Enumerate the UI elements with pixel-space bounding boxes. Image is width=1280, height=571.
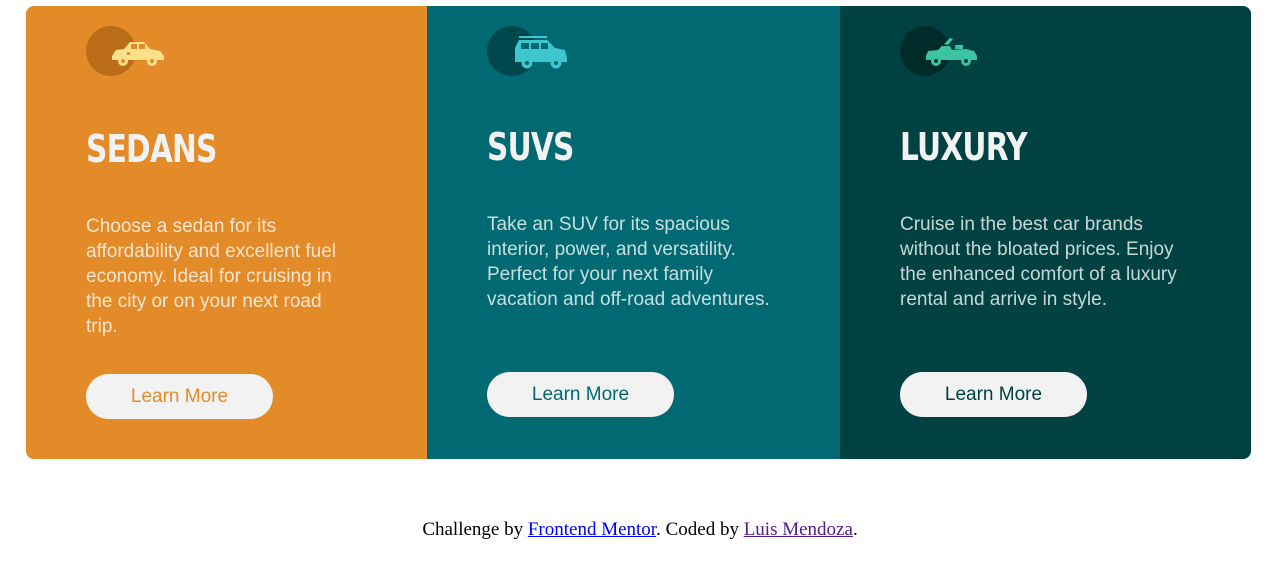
car-cards-container: SEDANS Choose a sedan for its affordabil… bbox=[26, 6, 1251, 459]
card-title: SUVS bbox=[487, 125, 574, 169]
frontend-mentor-link[interactable]: Frontend Mentor bbox=[528, 519, 656, 540]
luxury-car-icon bbox=[900, 26, 990, 76]
card-description: Cruise in the best car brands without th… bbox=[900, 214, 1177, 310]
learn-more-button-sedans[interactable]: Learn More bbox=[86, 374, 273, 419]
suv-car-icon bbox=[487, 26, 577, 76]
card-title: LUXURY bbox=[900, 125, 1028, 169]
card-description: Choose a sedan for its affordability and… bbox=[86, 216, 336, 337]
learn-more-button-luxury[interactable]: Learn More bbox=[900, 372, 1087, 417]
card-suvs: SUVS Take an SUV for its spacious interi… bbox=[427, 6, 840, 459]
card-sedans: SEDANS Choose a sedan for its affordabil… bbox=[26, 6, 427, 459]
author-link[interactable]: Luis Mendoza bbox=[744, 519, 853, 540]
sedan-car-icon bbox=[86, 26, 176, 76]
card-title: SEDANS bbox=[86, 127, 217, 171]
card-luxury: LUXURY Cruise in the best car brands wit… bbox=[840, 6, 1251, 459]
footer-middle: . Coded by bbox=[656, 519, 739, 540]
learn-more-button-suvs[interactable]: Learn More bbox=[487, 372, 674, 417]
footer-prefix: Challenge by bbox=[422, 519, 524, 540]
footer-suffix: . bbox=[852, 519, 858, 540]
card-description: Take an SUV for its spacious interior, p… bbox=[487, 214, 770, 310]
attribution-footer: Challenge by Frontend Mentor. Coded by L… bbox=[0, 519, 1280, 541]
